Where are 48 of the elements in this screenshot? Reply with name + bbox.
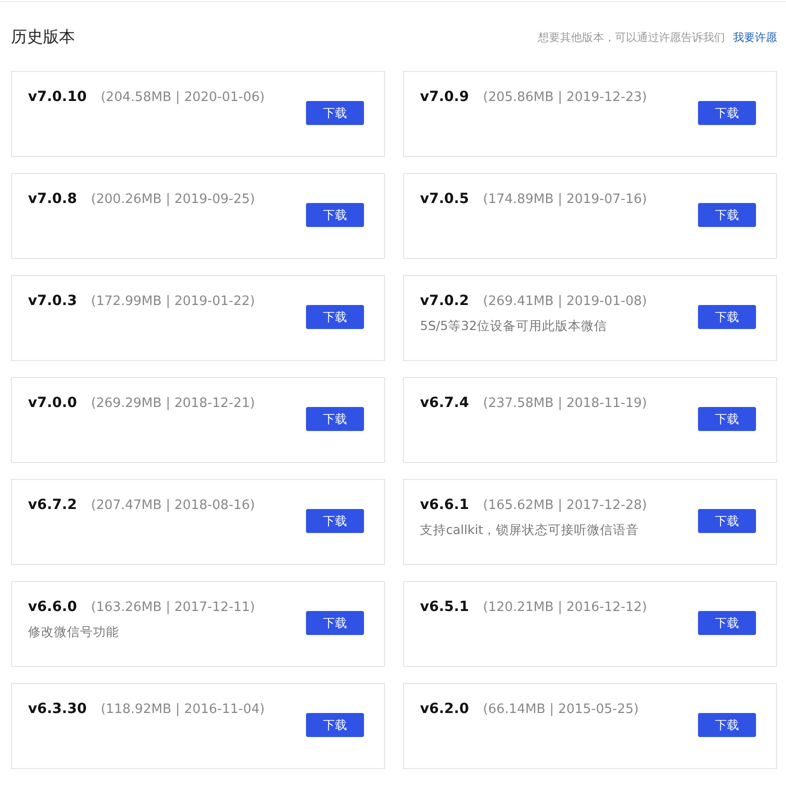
download-button[interactable]: 下载: [306, 407, 364, 431]
version-number: v6.7.2: [28, 497, 77, 513]
version-number: v7.0.10: [28, 89, 87, 105]
version-number: v7.0.8: [28, 191, 77, 207]
download-button[interactable]: 下载: [698, 611, 756, 635]
version-info: (172.99MB | 2019-01-22): [91, 294, 255, 309]
version-note: 5S/5等32位设备可用此版本微信: [420, 318, 608, 335]
version-note: 修改微信号功能: [28, 624, 120, 641]
version-number: v7.0.5: [420, 191, 469, 207]
version-info: (174.89MB | 2019-07-16): [483, 192, 647, 207]
version-info: (118.92MB | 2016-11-04): [100, 702, 265, 717]
version-info: (163.26MB | 2017-12-11): [91, 600, 255, 615]
version-info: (269.41MB | 2019-01-08): [483, 294, 647, 309]
version-info: (207.47MB | 2018-08-16): [91, 498, 255, 513]
version-number: v6.5.1: [420, 599, 469, 615]
version-note: 支持callkit，锁屏状态可接听微信语音: [420, 522, 640, 539]
download-button[interactable]: 下载: [306, 203, 364, 227]
download-button[interactable]: 下载: [698, 713, 756, 737]
version-number: v6.6.0: [28, 599, 77, 615]
version-number: v7.0.0: [28, 395, 77, 411]
version-info: (120.21MB | 2016-12-12): [483, 600, 647, 615]
download-button[interactable]: 下载: [306, 101, 364, 125]
download-button[interactable]: 下载: [698, 305, 756, 329]
section-title: 历史版本: [11, 26, 75, 48]
version-number: v7.0.9: [420, 89, 469, 105]
download-button[interactable]: 下载: [698, 101, 756, 125]
version-number: v6.6.1: [420, 497, 469, 513]
wish-hint: 想要其他版本，可以通过许愿告诉我们: [538, 30, 725, 44]
version-number: v7.0.2: [420, 293, 469, 309]
download-button[interactable]: 下载: [698, 407, 756, 431]
download-button[interactable]: 下载: [698, 509, 756, 533]
version-info: (66.14MB | 2015-05-25): [483, 702, 639, 717]
version-info: (204.58MB | 2020-01-06): [100, 90, 265, 105]
version-info: (200.26MB | 2019-09-25): [91, 192, 255, 207]
version-number: v6.3.30: [28, 701, 87, 717]
version-number: v7.0.3: [28, 293, 77, 309]
download-button[interactable]: 下载: [698, 203, 756, 227]
download-button[interactable]: 下载: [306, 305, 364, 329]
wish-link[interactable]: 我要许愿: [733, 30, 777, 44]
version-info: (165.62MB | 2017-12-28): [483, 498, 647, 513]
version-number: v6.2.0: [420, 701, 469, 717]
download-button[interactable]: 下载: [306, 509, 364, 533]
download-button[interactable]: 下载: [306, 713, 364, 737]
version-info: (237.58MB | 2018-11-19): [483, 396, 647, 411]
version-info: (205.86MB | 2019-12-23): [483, 90, 647, 105]
download-button[interactable]: 下载: [306, 611, 364, 635]
version-info: (269.29MB | 2018-12-21): [91, 396, 255, 411]
version-number: v6.7.4: [420, 395, 469, 411]
